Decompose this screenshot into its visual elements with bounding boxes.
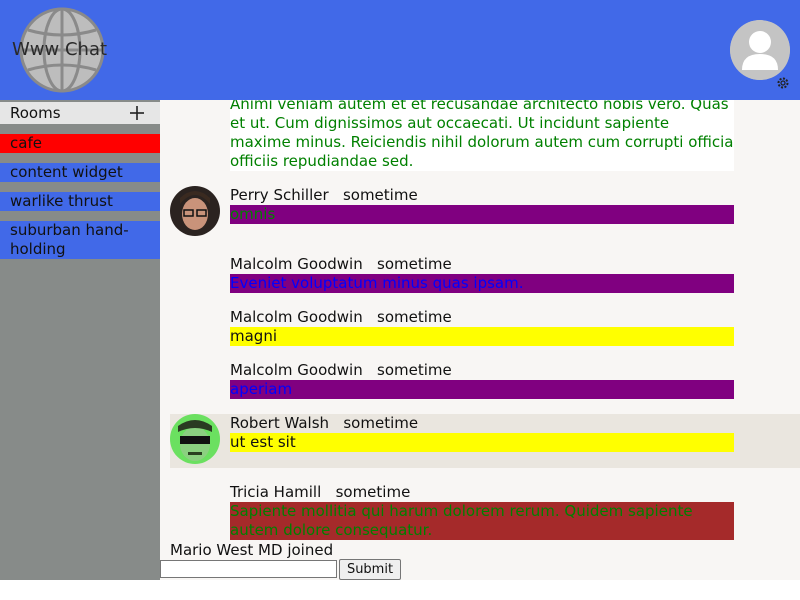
message-meta: Malcolm Goodwin sometime: [230, 255, 452, 274]
message-meta: Malcolm Goodwin sometime: [230, 308, 452, 327]
author-name: Malcolm Goodwin: [230, 361, 363, 379]
room-item-warlike-thrust[interactable]: warlike thrust: [0, 192, 160, 211]
sidebar: Rooms cafe content widget warlike thrust…: [0, 100, 160, 580]
message-text: omnis: [230, 205, 734, 224]
join-notice: Mario West MD joined: [170, 541, 334, 559]
message-meta: Robert Walsh sometime: [230, 414, 418, 433]
app-title: Www Chat: [12, 39, 108, 60]
rooms-title: Rooms: [10, 104, 61, 122]
message-meta: Tricia Hamill sometime: [230, 483, 410, 502]
gear-icon[interactable]: [776, 76, 790, 90]
plus-icon[interactable]: [128, 104, 146, 122]
user-avatar-icon[interactable]: [730, 20, 790, 80]
avatar: [170, 186, 220, 236]
message-text: magni: [230, 327, 734, 346]
room-item-suburban-hand-holding[interactable]: suburban hand-holding: [0, 221, 160, 259]
app-header: Www Chat: [0, 0, 800, 100]
timestamp: sometime: [377, 308, 452, 326]
timestamp: sometime: [343, 414, 419, 432]
chat-panel: Animi veniam autem et et recusandae arch…: [160, 100, 800, 580]
author-name: Robert Walsh: [230, 414, 330, 432]
message-meta: Perry Schiller sometime: [230, 186, 418, 205]
message-text: ut est sit: [230, 433, 734, 452]
timestamp: sometime: [377, 255, 452, 273]
message-text: Sapiente mollitia qui harum dolorem reru…: [230, 502, 734, 540]
author-name: Perry Schiller: [230, 186, 329, 204]
author-name: Tricia Hamill: [230, 483, 322, 501]
message-text: aperiam: [230, 380, 734, 399]
rooms-header: Rooms: [0, 102, 160, 124]
timestamp: sometime: [377, 361, 452, 379]
room-item-content-widget[interactable]: content widget: [0, 163, 160, 182]
timestamp: sometime: [335, 483, 411, 501]
message-meta: Malcolm Goodwin sometime: [230, 361, 452, 380]
room-item-cafe[interactable]: cafe: [0, 134, 160, 153]
message-input[interactable]: [160, 560, 337, 578]
message-text: Animi veniam autem et et recusandae arch…: [230, 100, 734, 171]
author-name: Malcolm Goodwin: [230, 255, 363, 273]
timestamp: sometime: [342, 186, 418, 204]
author-name: Malcolm Goodwin: [230, 308, 363, 326]
avatar: [170, 414, 220, 464]
submit-button[interactable]: Submit: [339, 559, 401, 580]
message-text: Eveniet voluptatum minus quas ipsam.: [230, 274, 734, 293]
